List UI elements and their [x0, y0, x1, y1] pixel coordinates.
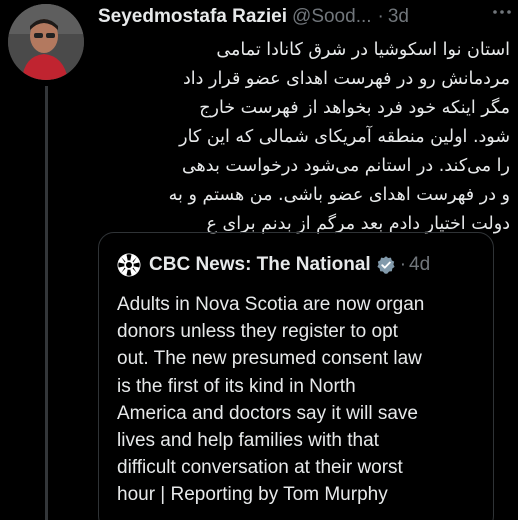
quoted-text-line: donors unless they register to opt	[117, 321, 398, 343]
quoted-tweet-card[interactable]: CBC News: The National · 4d Adults in No…	[98, 232, 494, 520]
quoted-tweet-timestamp[interactable]: 4d	[409, 254, 430, 276]
author-name[interactable]: Seyedmostafa Raziei	[98, 6, 287, 28]
quoted-text-line: is the first of its kind in North	[117, 375, 356, 397]
quoted-text-line: America and doctors say it will save	[117, 402, 418, 424]
tweet[interactable]: Seyedmostafa Raziei @Sood... · 3d استان …	[0, 0, 518, 520]
quoted-text-line: hour | Reporting by Tom Murphy	[117, 484, 388, 506]
quoted-text-line: out. The new presumed consent law	[117, 348, 422, 370]
quoted-author-name[interactable]: CBC News: The National	[149, 254, 371, 276]
tweet-text-line: شود. اولین منطقه آمریکای شمالی که این کا…	[179, 127, 510, 147]
author-handle[interactable]: @Sood...	[292, 6, 372, 28]
separator-dot: ·	[377, 6, 384, 27]
tweet-header: Seyedmostafa Raziei @Sood... · 3d	[98, 4, 508, 30]
quoted-tweet-text: Adults in Nova Scotia are now organ dono…	[117, 291, 487, 509]
tweet-timestamp[interactable]: 3d	[388, 6, 409, 28]
quoted-text-line: Adults in Nova Scotia are now organ	[117, 294, 425, 315]
quoted-text-line: lives and help families with that	[117, 430, 379, 452]
tweet-text-line: مگر اینکه خود فرد بخواهد از فهرست خارج	[199, 98, 510, 118]
verified-badge-icon	[377, 256, 395, 274]
more-horizontal-icon	[493, 10, 511, 14]
avatar[interactable]	[8, 4, 84, 80]
avatar-image	[8, 4, 84, 80]
more-options-button[interactable]	[490, 0, 514, 24]
tweet-text: استان نوا اسکوشیا در شرق کانادا تمامی مر…	[98, 36, 510, 239]
tweet-text-line: استان نوا اسکوشیا در شرق کانادا تمامی	[216, 40, 510, 60]
quoted-separator-dot: ·	[399, 254, 407, 275]
tweet-text-line: را می‌کند. در استانم می‌شود درخواست بدهی	[181, 156, 510, 176]
tweet-text-line: مردمانش رو در فهرست اهدای عضو قرار داد	[182, 69, 510, 89]
quoted-tweet-header: CBC News: The National · 4d	[117, 251, 430, 279]
cbc-gem-logo-icon	[117, 253, 141, 277]
thread-line	[45, 86, 48, 520]
quoted-text-line: difficult conversation at their worst	[117, 457, 403, 479]
tweet-text-line: و در فهرست اهدای عضو باشی. من هستم و به	[168, 185, 510, 205]
